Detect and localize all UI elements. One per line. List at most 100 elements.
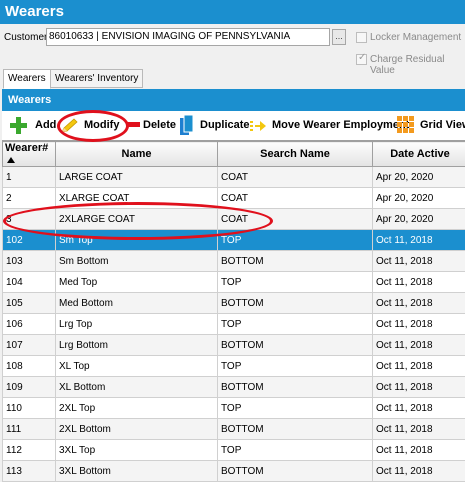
cell-wearer-number: 112	[3, 440, 56, 461]
pencil-icon	[60, 118, 78, 134]
cell-search-name: BOTTOM	[218, 335, 373, 356]
customer-field[interactable]: 86010633 | ENVISION IMAGING OF PENNSYLVA…	[46, 28, 330, 46]
table-row[interactable]: 105Med BottomBOTTOMOct 11, 2018	[3, 293, 465, 314]
cell-wearer-number: 1	[3, 167, 56, 188]
cell-date-active: Oct 11, 2018	[373, 335, 465, 356]
cell-date-active: Oct 11, 2018	[373, 398, 465, 419]
cell-wearer-number: 102	[3, 230, 56, 251]
table-row-selected[interactable]: 102Sm TopTOPOct 11, 2018	[3, 230, 465, 251]
cell-search-name: BOTTOM	[218, 377, 373, 398]
table-row[interactable]: 32XLARGE COATCOATApr 20, 2020	[3, 209, 465, 230]
cell-search-name: BOTTOM	[218, 293, 373, 314]
sort-ascending-icon	[7, 157, 15, 163]
move-label: Move Wearer Employment	[272, 119, 409, 131]
cell-wearer-number: 108	[3, 356, 56, 377]
cell-name: Med Bottom	[56, 293, 218, 314]
column-header-date-active[interactable]: Date Active	[373, 142, 465, 167]
cell-search-name: TOP	[218, 440, 373, 461]
cell-date-active: Oct 11, 2018	[373, 440, 465, 461]
cell-date-active: Apr 20, 2020	[373, 188, 465, 209]
locker-management-label: Locker Management	[370, 32, 461, 43]
cell-date-active: Oct 11, 2018	[373, 314, 465, 335]
cell-wearer-number: 2	[3, 188, 56, 209]
locker-management-checkbox[interactable]	[356, 32, 367, 43]
window-title: Wearers	[0, 0, 465, 24]
column-header-wearer-label: Wearer#	[5, 142, 48, 154]
charge-residual-checkbox[interactable]: ✓	[356, 54, 367, 65]
cell-name: 2XL Top	[56, 398, 218, 419]
column-header-wearer-number[interactable]: Wearer#	[3, 142, 56, 167]
cell-search-name: TOP	[218, 272, 373, 293]
delete-button[interactable]: Delete	[126, 111, 176, 140]
panel-title: Wearers	[2, 89, 465, 111]
cell-date-active: Oct 11, 2018	[373, 293, 465, 314]
cell-name: Lrg Top	[56, 314, 218, 335]
cell-name: XLARGE COAT	[56, 188, 218, 209]
header-row: Wearer# Name Search Name Date Active	[3, 142, 465, 167]
column-header-name[interactable]: Name	[56, 142, 218, 167]
minus-icon	[126, 122, 140, 128]
customer-lookup-button[interactable]: ...	[332, 29, 346, 45]
table-row[interactable]: 107Lrg BottomBOTTOMOct 11, 2018	[3, 335, 465, 356]
cell-search-name: COAT	[218, 188, 373, 209]
cell-name: Med Top	[56, 272, 218, 293]
table-row[interactable]: 2XLARGE COATCOATApr 20, 2020	[3, 188, 465, 209]
table-row[interactable]: 108XL TopTOPOct 11, 2018	[3, 356, 465, 377]
cell-search-name: BOTTOM	[218, 419, 373, 440]
wearers-table: Wearer# Name Search Name Date Active 1LA…	[2, 141, 465, 482]
cell-date-active: Oct 11, 2018	[373, 377, 465, 398]
cell-wearer-number: 104	[3, 272, 56, 293]
cell-wearer-number: 103	[3, 251, 56, 272]
cell-wearer-number: 109	[3, 377, 56, 398]
cell-search-name: TOP	[218, 356, 373, 377]
plus-icon	[10, 117, 27, 134]
duplicate-label: Duplicate	[200, 119, 250, 131]
cell-wearer-number: 111	[3, 419, 56, 440]
cell-name: Lrg Bottom	[56, 335, 218, 356]
table-row[interactable]: 103Sm BottomBOTTOMOct 11, 2018	[3, 251, 465, 272]
cell-wearer-number: 107	[3, 335, 56, 356]
column-header-search-name[interactable]: Search Name	[218, 142, 373, 167]
cell-search-name: TOP	[218, 314, 373, 335]
table-row[interactable]: 1112XL BottomBOTTOMOct 11, 2018	[3, 419, 465, 440]
grid-views-icon	[397, 116, 414, 133]
cell-date-active: Oct 11, 2018	[373, 251, 465, 272]
table-row[interactable]: 1102XL TopTOPOct 11, 2018	[3, 398, 465, 419]
cell-search-name: COAT	[218, 167, 373, 188]
table-row[interactable]: 109XL BottomBOTTOMOct 11, 2018	[3, 377, 465, 398]
check-icon: ✓	[358, 52, 366, 63]
move-arrow-icon	[250, 119, 266, 133]
table-row[interactable]: 1133XL BottomBOTTOMOct 11, 2018	[3, 461, 465, 482]
move-wearer-employment-button[interactable]: Move Wearer Employment	[250, 111, 409, 140]
customer-row: Customer 86010633 | ENVISION IMAGING OF …	[0, 27, 465, 49]
modify-button[interactable]: Modify	[58, 111, 119, 140]
customer-label: Customer	[4, 32, 47, 43]
cell-wearer-number: 110	[3, 398, 56, 419]
cell-name: Sm Bottom	[56, 251, 218, 272]
cell-wearer-number: 105	[3, 293, 56, 314]
wearers-grid: Wearer# Name Search Name Date Active 1LA…	[2, 140, 465, 482]
cell-name: 3XL Top	[56, 440, 218, 461]
table-row[interactable]: 1LARGE COATCOATApr 20, 2020	[3, 167, 465, 188]
table-row[interactable]: 104Med TopTOPOct 11, 2018	[3, 272, 465, 293]
duplicate-button[interactable]: Duplicate	[180, 111, 250, 140]
cell-wearer-number: 113	[3, 461, 56, 482]
cell-date-active: Apr 20, 2020	[373, 167, 465, 188]
tab-wearers[interactable]: Wearers	[3, 69, 51, 89]
cell-wearer-number: 3	[3, 209, 56, 230]
cell-date-active: Oct 11, 2018	[373, 272, 465, 293]
table-row[interactable]: 1123XL TopTOPOct 11, 2018	[3, 440, 465, 461]
grid-views-button[interactable]: Grid Views	[397, 111, 465, 140]
cell-date-active: Oct 11, 2018	[373, 356, 465, 377]
cell-name: XL Bottom	[56, 377, 218, 398]
cell-name: 2XL Bottom	[56, 419, 218, 440]
table-row[interactable]: 106Lrg TopTOPOct 11, 2018	[3, 314, 465, 335]
cell-date-active: Oct 11, 2018	[373, 230, 465, 251]
cell-name: 2XLARGE COAT	[56, 209, 218, 230]
cell-name: Sm Top	[56, 230, 218, 251]
cell-search-name: COAT	[218, 209, 373, 230]
tab-wearers-inventory[interactable]: Wearers' Inventory	[50, 69, 143, 88]
cell-date-active: Oct 11, 2018	[373, 419, 465, 440]
add-button[interactable]: Add	[10, 111, 56, 140]
modify-label: Modify	[84, 119, 119, 131]
